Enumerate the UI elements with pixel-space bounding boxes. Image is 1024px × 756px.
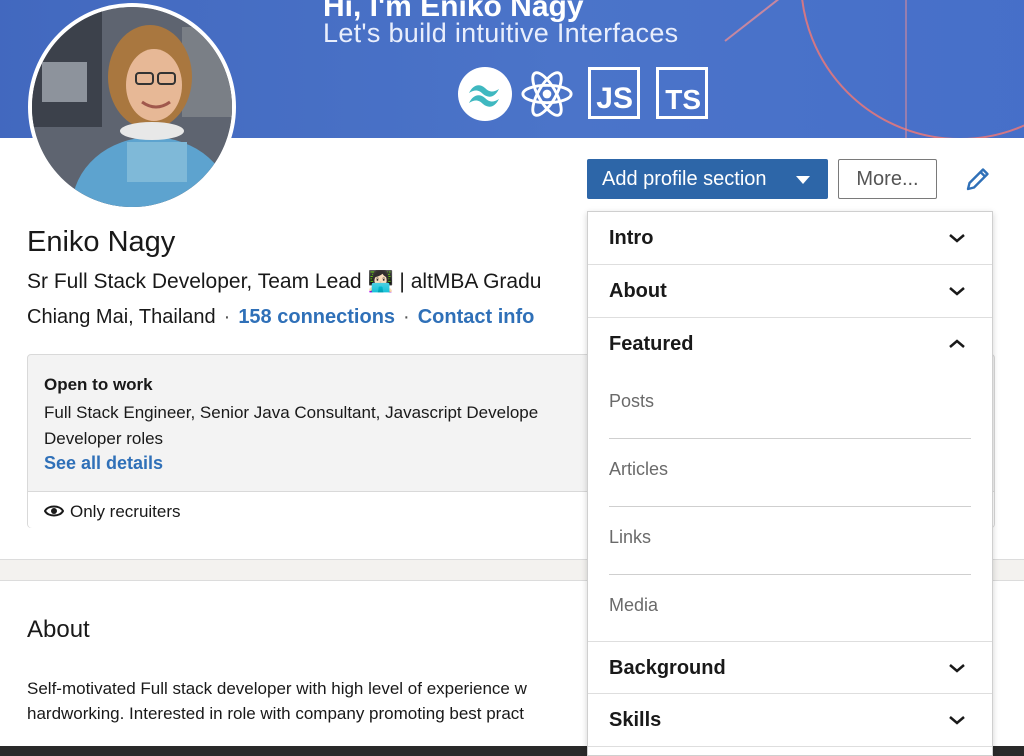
see-all-details-link[interactable]: See all details — [44, 453, 163, 474]
dropdown-subitem-posts[interactable]: Posts — [609, 371, 971, 439]
separator-dot: · — [223, 306, 231, 328]
chevron-down-icon — [949, 664, 965, 673]
javascript-icon: JS — [588, 67, 640, 119]
contact-info-link[interactable]: Contact info — [418, 306, 535, 328]
chevron-down-icon — [949, 716, 965, 725]
profile-location: Chiang Mai, Thailand — [27, 306, 216, 328]
dropdown-item-label: Intro — [609, 227, 654, 249]
add-profile-section-label: Add profile section — [602, 167, 767, 190]
dropdown-subitem-label: Links — [609, 527, 652, 547]
about-text: Self-motivated Full stack developer with… — [27, 676, 587, 726]
chevron-down-icon — [949, 287, 965, 296]
tailwind-icon — [458, 67, 512, 121]
dropdown-item-featured[interactable]: Featured — [588, 318, 992, 371]
react-icon — [520, 67, 574, 121]
profile-meta-row: Chiang Mai, Thailand · 158 connections · Con… — [27, 306, 534, 329]
chevron-up-icon — [949, 339, 965, 348]
avatar[interactable] — [28, 3, 236, 211]
more-button[interactable]: More... — [838, 159, 937, 199]
chevron-down-icon — [949, 234, 965, 243]
profile-headline: Sr Full Stack Developer, Team Lead 👩🏻‍💻 … — [27, 270, 542, 293]
dropdown-subitem-links[interactable]: Links — [609, 507, 971, 575]
dropdown-subitem-articles[interactable]: Articles — [609, 439, 971, 507]
profile-name: Eniko Nagy — [27, 226, 176, 258]
dropdown-subitem-label: Posts — [609, 391, 655, 411]
eye-icon — [44, 505, 64, 517]
dropdown-subitem-media[interactable]: Media — [609, 575, 971, 643]
about-heading: About — [27, 616, 90, 643]
add-profile-section-button[interactable]: Add profile section — [587, 159, 828, 199]
dropdown-item-skills[interactable]: Skills — [588, 694, 992, 747]
dropdown-item-background[interactable]: Background — [588, 641, 992, 694]
about-line: hardworking. Interested in role with com… — [27, 704, 525, 723]
add-section-dropdown: Intro About Featured Posts Articles Link… — [587, 211, 993, 756]
banner-subtitle: Let's build intuitive Interfaces — [323, 18, 679, 48]
open-to-work-title: Open to work — [44, 375, 153, 394]
dropdown-item-label: About — [609, 280, 667, 302]
typescript-icon: TS — [656, 67, 708, 119]
dropdown-subitem-label: Media — [609, 595, 659, 615]
pencil-icon[interactable] — [963, 164, 993, 194]
dropdown-subitem-label: Articles — [609, 459, 669, 479]
dropdown-item-intro[interactable]: Intro — [588, 212, 992, 265]
visibility-label: Only recruiters — [70, 502, 181, 521]
open-to-work-description: Full Stack Engineer, Senior Java Consult… — [44, 403, 539, 448]
banner-decoration-line — [905, 0, 907, 138]
dropdown-item-about[interactable]: About — [588, 265, 992, 318]
dropdown-item-label: Skills — [609, 709, 662, 731]
dropdown-item-label: Featured — [609, 333, 694, 355]
about-line: Self-motivated Full stack developer with… — [27, 679, 527, 698]
separator-dot: · — [403, 306, 410, 328]
caret-down-icon — [796, 176, 810, 184]
dropdown-item-label: Background — [609, 657, 726, 679]
connections-link[interactable]: 158 connections — [238, 306, 395, 328]
